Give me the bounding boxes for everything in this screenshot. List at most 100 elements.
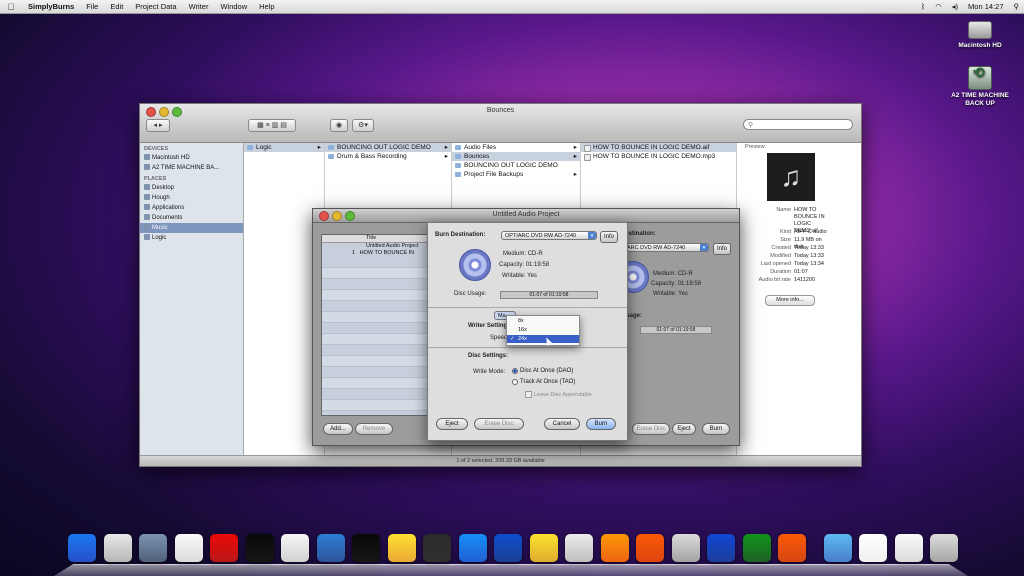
chevron-right-icon: ▸: [573, 153, 577, 160]
excel-icon[interactable]: [742, 534, 771, 562]
destination-popup[interactable]: ARC DVD RW AD-7240 ▾: [623, 243, 709, 252]
word-icon[interactable]: [707, 534, 735, 562]
desktop-icon-macintosh-hd[interactable]: Macintosh HD: [948, 17, 1012, 50]
disc-usage-label: Disc Usage:: [454, 291, 487, 297]
burn-destination-popup[interactable]: OPTIARC DVD RW AD-7240 ▾: [501, 231, 597, 240]
sidebar-header-devices: DEVICES: [144, 146, 169, 152]
burn-icon[interactable]: [529, 534, 558, 562]
sidebar-item-music[interactable]: Music: [140, 223, 243, 233]
list-item[interactable]: BOUNCING OUT LOGIC DEMO ▸: [325, 143, 451, 152]
erase-disc-button[interactable]: Erase Disc: [474, 418, 524, 430]
sidebar-item-home[interactable]: Hough: [140, 193, 243, 203]
add-button[interactable]: Add...: [323, 423, 353, 435]
ipod-icon[interactable]: [565, 534, 593, 562]
action-gear-icon[interactable]: ⚙▾: [352, 119, 374, 132]
speed-option-8x[interactable]: 8x: [507, 317, 579, 325]
track-list[interactable]: Title Untitled Audio Project 1 HOW TO BO…: [321, 234, 433, 416]
vlc-icon[interactable]: [600, 534, 629, 562]
project-titlebar[interactable]: Untitled Audio Project: [313, 209, 739, 223]
wifi-icon[interactable]: ◠: [930, 2, 947, 11]
itunes-icon[interactable]: [174, 534, 203, 562]
leave-appendable-checkbox[interactable]: Leave Disc Appendable: [525, 391, 592, 398]
bluetooth-icon[interactable]: ᛒ: [916, 2, 931, 11]
dashboard-icon[interactable]: [103, 534, 132, 562]
menu-project-data[interactable]: Project Data: [129, 2, 182, 11]
finder-titlebar[interactable]: Bounces ◂ ▸ ▦ ≡ ▥ ▤ ◉ ⚙▾ ⚲: [140, 104, 861, 143]
menu-file[interactable]: File: [80, 2, 104, 11]
menu-edit[interactable]: Edit: [104, 2, 129, 11]
trash-icon[interactable]: [930, 534, 958, 562]
firefox-icon[interactable]: [636, 534, 664, 562]
sidebar-item-desktop[interactable]: Desktop: [140, 183, 243, 193]
speed-option-label: 24x: [518, 336, 527, 342]
list-item[interactable]: Drum & Bass Recording ▸: [325, 152, 451, 161]
time-icon[interactable]: [210, 534, 238, 562]
cancel-button[interactable]: Cancel: [544, 418, 580, 430]
printer-icon[interactable]: [281, 534, 309, 562]
list-item[interactable]: Bounces ▸: [452, 152, 580, 161]
mission-icon[interactable]: [139, 534, 167, 562]
quicktime-icon[interactable]: [494, 534, 522, 562]
medium-value: CD-R: [527, 251, 543, 257]
list-item[interactable]: Logic ▸: [244, 143, 324, 152]
eject-button[interactable]: Eject: [436, 418, 468, 430]
menu-app-simplyburns[interactable]: SimplyBurns: [22, 2, 80, 11]
folder-icon[interactable]: [823, 534, 852, 562]
more-info-button[interactable]: More info...: [765, 295, 815, 306]
volume-icon[interactable]: ◂): [947, 2, 963, 11]
piano-icon[interactable]: [245, 534, 274, 562]
list-item[interactable]: BOUNCING OUT LOGIC DEMO: [452, 161, 580, 170]
burn-button[interactable]: Burn: [702, 423, 730, 435]
screen-icon[interactable]: [316, 534, 345, 562]
quick-look-eye-icon[interactable]: ◉: [330, 119, 348, 132]
burn-button[interactable]: Burn: [586, 418, 616, 430]
sidebar-item-logic[interactable]: Logic: [140, 233, 243, 243]
chevron-right-icon: ▸: [573, 144, 577, 151]
list-item[interactable]: HOW TO BOUNCE IN LOGIC DEMO.mp3: [581, 152, 736, 161]
capacity-value: 01:19:58: [677, 281, 702, 287]
chevron-down-icon: ▾: [588, 232, 596, 239]
gift-icon[interactable]: [671, 534, 700, 562]
back-forward-button[interactable]: ◂ ▸: [146, 119, 170, 132]
docs-icon[interactable]: [859, 534, 887, 562]
time-machine-drive-icon: [968, 66, 992, 90]
usage-bar: 01:07 of 01:19:58: [640, 326, 712, 334]
menu-writer[interactable]: Writer: [183, 2, 215, 11]
sidebar-item-documents[interactable]: Documents: [140, 213, 243, 223]
radio-disc-at-once[interactable]: Disc At Once (DAO): [512, 368, 573, 374]
preview-key: Modified: [770, 253, 791, 259]
logic-icon[interactable]: [387, 534, 416, 562]
track-row[interactable]: 1 HOW TO BOUNCE IN: [322, 250, 432, 257]
sidebar-item-time-machine[interactable]: A2 TIME MACHINE BA...: [140, 163, 243, 173]
apple-menu-icon[interactable]: : [0, 2, 22, 12]
downloads-icon[interactable]: [894, 534, 923, 562]
list-item[interactable]: Audio Files ▸: [452, 143, 580, 152]
track-row-project[interactable]: Untitled Audio Project: [322, 243, 432, 250]
remove-button[interactable]: Remove: [355, 423, 393, 435]
speed-option-16x[interactable]: 16x: [507, 326, 579, 334]
spotlight-icon[interactable]: ⚲: [1009, 2, 1024, 11]
search-field[interactable]: ⚲: [743, 119, 853, 130]
clapper-icon[interactable]: [352, 534, 380, 562]
itunes2-icon[interactable]: [458, 534, 487, 562]
radio-track-at-once[interactable]: Track At Once (TAO): [512, 379, 575, 385]
menubar-clock[interactable]: Mon 14:27: [963, 2, 1008, 11]
eject-button[interactable]: Eject: [672, 423, 696, 435]
desktop-icon-time-machine[interactable]: A2 TIME MACHINE BACK UP: [948, 66, 1012, 108]
sidebar-item-macintosh-hd[interactable]: Macintosh HD: [140, 153, 243, 163]
menu-window[interactable]: Window: [214, 2, 253, 11]
preview-icon[interactable]: [423, 534, 451, 562]
info-button[interactable]: Info: [713, 243, 731, 255]
preview-row-kind: Kind AIFF-C audio: [737, 229, 829, 236]
preview-key: Duration: [770, 269, 791, 275]
sidebar-item-applications[interactable]: Applications: [140, 203, 243, 213]
menu-help[interactable]: Help: [253, 2, 280, 11]
finder-icon[interactable]: [68, 534, 96, 562]
list-item[interactable]: HOW TO BOUNCE IN LOGIC DEMO.aif: [581, 143, 736, 152]
erase-disc-button[interactable]: Erase Disc: [632, 423, 670, 435]
info-button[interactable]: Info: [600, 231, 618, 243]
view-mode-buttons[interactable]: ▦ ≡ ▥ ▤: [248, 119, 296, 132]
list-item[interactable]: Project File Backups ▸: [452, 170, 580, 179]
powerpoint-icon[interactable]: [778, 534, 806, 562]
medium-value: CD-R: [677, 271, 693, 277]
